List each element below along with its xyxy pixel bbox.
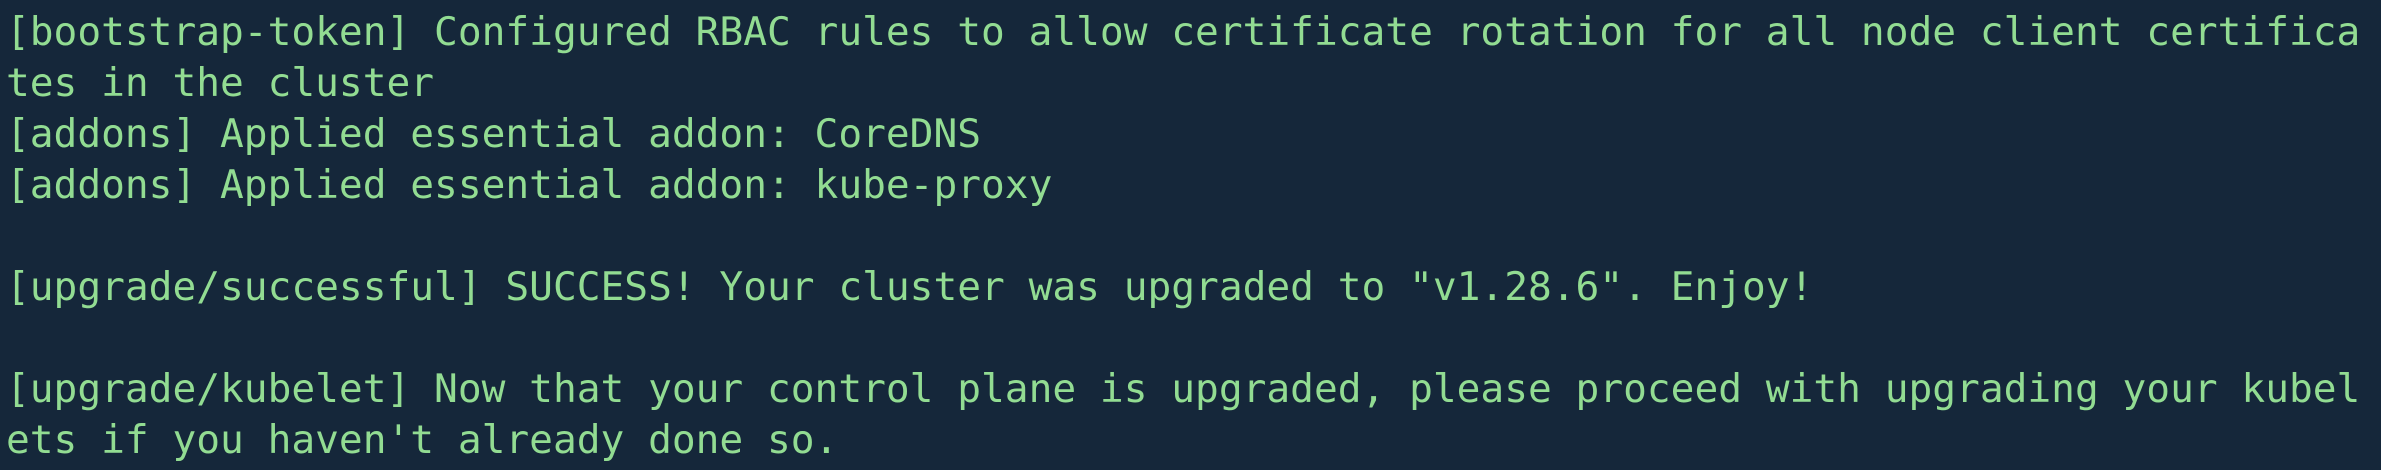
terminal-line: [addons] Applied essential addon: kube-p… [6,162,1053,208]
terminal-line: [addons] Applied essential addon: CoreDN… [6,111,982,157]
terminal-window[interactable]: [bootstrap-token] Configured RBAC rules … [0,0,2381,470]
terminal-line: [bootstrap-token] Configured RBAC rules … [6,9,2361,55]
terminal-line: [upgrade/kubelet] Now that your control … [6,366,2361,412]
terminal-line: [upgrade/successful] SUCCESS! Your clust… [6,264,1814,310]
terminal-line: ets if you haven't already done so. [6,417,839,463]
terminal-line: tes in the cluster [6,60,435,106]
